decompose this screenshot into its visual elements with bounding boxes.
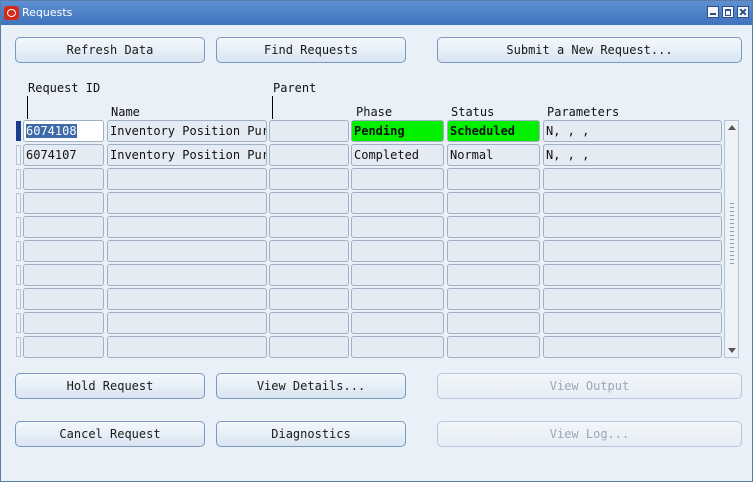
empty-cell[interactable] xyxy=(269,240,349,262)
request-id-cell[interactable]: 6074108 xyxy=(23,120,104,142)
empty-cell[interactable] xyxy=(269,264,349,286)
vertical-scrollbar[interactable] xyxy=(724,120,739,358)
empty-cell[interactable] xyxy=(269,288,349,310)
empty-cell[interactable] xyxy=(447,240,540,262)
cancel-request-button[interactable]: Cancel Request xyxy=(15,421,205,447)
row-indicator[interactable] xyxy=(16,337,21,357)
empty-cell[interactable] xyxy=(23,288,104,310)
empty-cell[interactable] xyxy=(23,216,104,238)
column-header-parameters: Parameters xyxy=(547,105,620,119)
empty-cell[interactable] xyxy=(351,264,444,286)
column-header-phase: Phase xyxy=(356,105,393,119)
scroll-down-icon[interactable] xyxy=(728,348,736,353)
request-id-tick xyxy=(27,96,28,119)
empty-cell[interactable] xyxy=(543,216,722,238)
parent-tick xyxy=(272,96,273,119)
row-indicator[interactable] xyxy=(16,169,21,189)
close-icon[interactable] xyxy=(737,6,749,18)
name-cell[interactable]: Inventory Position Purge xyxy=(107,144,267,166)
row-indicator[interactable] xyxy=(16,313,21,333)
empty-cell[interactable] xyxy=(543,312,722,334)
empty-cell[interactable] xyxy=(23,240,104,262)
empty-cell[interactable] xyxy=(543,168,722,190)
empty-cell[interactable] xyxy=(447,192,540,214)
empty-cell[interactable] xyxy=(351,240,444,262)
column-header-parent: Parent xyxy=(273,81,317,95)
phase-cell[interactable]: Pending xyxy=(351,120,444,142)
empty-cell[interactable] xyxy=(351,336,444,358)
empty-cell[interactable] xyxy=(269,192,349,214)
empty-cell[interactable] xyxy=(107,216,267,238)
parameters-cell[interactable]: N, , , xyxy=(543,120,722,142)
name-cell[interactable]: Inventory Position Purge xyxy=(107,120,267,142)
refresh-data-button[interactable]: Refresh Data xyxy=(15,37,205,63)
parent-cell[interactable] xyxy=(269,144,349,166)
empty-cell[interactable] xyxy=(351,288,444,310)
empty-cell[interactable] xyxy=(447,168,540,190)
row-indicator[interactable] xyxy=(16,145,21,165)
empty-cell[interactable] xyxy=(107,240,267,262)
hold-request-button[interactable]: Hold Request xyxy=(15,373,205,399)
empty-cell[interactable] xyxy=(543,264,722,286)
row-indicator[interactable] xyxy=(16,121,21,141)
empty-cell[interactable] xyxy=(107,288,267,310)
empty-cell[interactable] xyxy=(107,312,267,334)
empty-cell[interactable] xyxy=(23,168,104,190)
parameters-cell[interactable]: N, , , xyxy=(543,144,722,166)
diagnostics-button[interactable]: Diagnostics xyxy=(216,421,406,447)
row-indicator[interactable] xyxy=(16,241,21,261)
empty-cell[interactable] xyxy=(23,264,104,286)
column-header-name: Name xyxy=(111,105,140,119)
empty-cell[interactable] xyxy=(269,168,349,190)
view-log-button[interactable]: View Log... xyxy=(437,421,742,447)
status-cell[interactable]: Scheduled xyxy=(447,120,540,142)
find-requests-button[interactable]: Find Requests xyxy=(216,37,406,63)
oracle-app-icon xyxy=(4,6,19,20)
column-header-request-id: Request ID xyxy=(28,81,101,95)
empty-cell[interactable] xyxy=(23,312,104,334)
empty-cell[interactable] xyxy=(351,192,444,214)
empty-cell[interactable] xyxy=(107,336,267,358)
phase-cell[interactable]: Completed xyxy=(351,144,444,166)
title-bar: Requests xyxy=(1,1,752,25)
empty-cell[interactable] xyxy=(107,264,267,286)
status-cell[interactable]: Normal xyxy=(447,144,540,166)
empty-cell[interactable] xyxy=(447,264,540,286)
row-indicator[interactable] xyxy=(16,289,21,309)
requests-window: Requests Refresh Data Find Requests Subm… xyxy=(0,0,753,482)
empty-cell[interactable] xyxy=(269,312,349,334)
view-output-button[interactable]: View Output xyxy=(437,373,742,399)
empty-cell[interactable] xyxy=(107,192,267,214)
window-title: Requests xyxy=(22,6,73,19)
empty-cell[interactable] xyxy=(351,168,444,190)
empty-cell[interactable] xyxy=(23,192,104,214)
scroll-up-icon[interactable] xyxy=(728,125,736,130)
empty-cell[interactable] xyxy=(543,192,722,214)
row-indicator[interactable] xyxy=(16,265,21,285)
empty-cell[interactable] xyxy=(447,288,540,310)
column-header-status: Status xyxy=(451,105,495,119)
empty-cell[interactable] xyxy=(351,312,444,334)
empty-cell[interactable] xyxy=(543,240,722,262)
maximize-icon[interactable] xyxy=(722,6,734,18)
scroll-grip[interactable] xyxy=(730,203,734,265)
empty-cell[interactable] xyxy=(269,336,349,358)
request-id-value: 6074108 xyxy=(26,124,77,138)
row-indicator[interactable] xyxy=(16,217,21,237)
empty-cell[interactable] xyxy=(269,216,349,238)
minimize-icon[interactable] xyxy=(707,6,719,18)
empty-cell[interactable] xyxy=(447,336,540,358)
row-indicator[interactable] xyxy=(16,193,21,213)
empty-cell[interactable] xyxy=(351,216,444,238)
empty-cell[interactable] xyxy=(447,216,540,238)
parent-cell[interactable] xyxy=(269,120,349,142)
view-details-button[interactable]: View Details... xyxy=(216,373,406,399)
empty-cell[interactable] xyxy=(107,168,267,190)
request-id-cell[interactable]: 6074107 xyxy=(23,144,104,166)
empty-cell[interactable] xyxy=(447,312,540,334)
submit-new-request-button[interactable]: Submit a New Request... xyxy=(437,37,742,63)
empty-cell[interactable] xyxy=(543,288,722,310)
empty-cell[interactable] xyxy=(23,336,104,358)
empty-cell[interactable] xyxy=(543,336,722,358)
